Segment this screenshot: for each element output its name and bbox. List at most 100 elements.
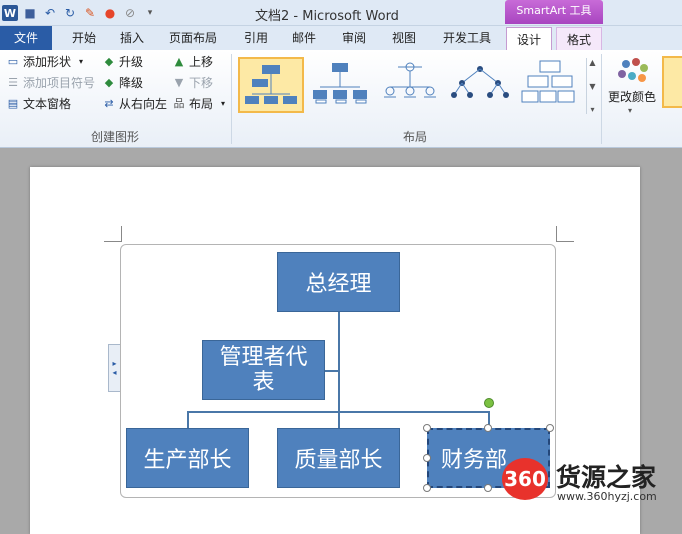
resize-handle[interactable] (484, 484, 492, 492)
title-bar: W ■ ↶ ↻ ✎ ● ⊘ ▾ 文档2 - Microsoft Word Sma… (0, 0, 682, 26)
layout-gallery (236, 54, 598, 122)
text-pane-label: 文本窗格 (23, 97, 72, 111)
color-icon[interactable]: ● (102, 5, 118, 21)
add-shape-button[interactable]: ▭ 添加形状 ▾ (6, 52, 88, 72)
tab-format[interactable]: 格式 (556, 27, 602, 51)
resize-handle[interactable] (423, 484, 431, 492)
connector-line (338, 312, 340, 412)
demote-button[interactable]: ◆ 降级 (102, 73, 143, 93)
arrow-right-icon: ▸ (112, 359, 117, 368)
resize-handle[interactable] (423, 454, 431, 462)
scroll-down-icon[interactable]: ▼ (589, 82, 595, 91)
layout-circle-picture-thumb[interactable] (378, 57, 444, 113)
connector-line (324, 370, 339, 372)
add-shape-label: 添加形状 (23, 55, 72, 69)
arrow-left-icon: ◆ (104, 55, 114, 68)
watermark-url: www.360hyzj.com (557, 490, 657, 503)
group-separator (601, 54, 602, 144)
arrow-right-icon: ◆ (104, 76, 114, 89)
add-bullet-label: 添加项目符号 (23, 76, 96, 90)
ribbon: ▭ 添加形状 ▾ ☰ 添加项目符号 ▤ 文本窗格 ◆ 升级 ◆ 降级 ⇄ 从右向… (0, 50, 682, 148)
word-logo-icon[interactable]: W (2, 5, 18, 21)
text-pane-icon: ▤ (7, 97, 19, 110)
crop-mark (556, 241, 574, 242)
smartart-style-thumb[interactable] (662, 56, 682, 108)
create-graphic-group-label: 创建图形 (90, 130, 139, 144)
add-shape-icon: ▭ (7, 55, 19, 68)
node-general-manager[interactable]: 总经理 (277, 252, 400, 312)
crop-mark (121, 226, 122, 242)
circle-hierarchy-layout-icon (384, 62, 436, 98)
redo-icon[interactable]: ↻ (62, 5, 78, 21)
crop-mark (556, 226, 557, 242)
ribbon-tabs: 文件 开始 插入 页面布局 引用 邮件 审阅 视图 开发工具 设计 格式 (0, 26, 682, 51)
move-up-button[interactable]: ▲ 上移 (172, 52, 213, 72)
layouts-group-label: 布局 (402, 130, 427, 144)
bullet-list-icon: ☰ (8, 76, 18, 89)
connector-line (338, 411, 340, 429)
node-management-rep[interactable]: 管理者代表 (202, 340, 325, 400)
dot-hierarchy-layout-icon (451, 66, 509, 98)
change-colors-label: 更改颜色 (608, 90, 657, 104)
customize-icon[interactable]: ▾ (142, 5, 158, 21)
watermark-logo: 360 (502, 458, 548, 500)
chevron-down-icon: ▾ (79, 57, 84, 66)
chevron-down-icon: ▾ (221, 99, 226, 108)
org-chart-layout-icon (245, 65, 297, 104)
move-up-label: 上移 (189, 55, 214, 69)
promote-button[interactable]: ◆ 升级 (102, 52, 143, 72)
tab-file[interactable]: 文件 (0, 26, 52, 50)
node-quality-manager[interactable]: 质量部长 (277, 428, 400, 488)
tab-developer[interactable]: 开发工具 (436, 26, 498, 50)
rotate-handle[interactable] (484, 398, 494, 408)
tab-page-layout[interactable]: 页面布局 (164, 26, 222, 50)
layout-org-chart-thumb[interactable] (238, 57, 304, 113)
tab-view[interactable]: 视图 (384, 26, 424, 50)
scroll-up-icon[interactable]: ▲ (589, 58, 595, 67)
chevron-down-icon[interactable]: ▾ (628, 106, 632, 115)
right-to-left-label: 从右向左 (119, 97, 168, 111)
promote-label: 升级 (119, 55, 144, 69)
add-bullet-button[interactable]: ☰ 添加项目符号 (6, 73, 95, 93)
tab-insert[interactable]: 插入 (112, 26, 152, 50)
tab-mailings[interactable]: 邮件 (284, 26, 324, 50)
gallery-more-icon[interactable]: ▾ (590, 105, 594, 114)
text-pane-button[interactable]: ▤ 文本窗格 (6, 94, 71, 114)
layout-labeled-hierarchy-thumb[interactable] (448, 57, 514, 113)
layout-label: 布局 (189, 97, 214, 111)
tab-home[interactable]: 开始 (64, 26, 104, 50)
crop-mark (104, 241, 122, 242)
text-pane-toggle[interactable]: ▸ ◂ (108, 344, 120, 392)
arrow-left-icon: ◂ (112, 368, 117, 377)
gallery-scrollbar[interactable]: ▲ ▼ ▾ (586, 58, 598, 114)
resize-handle[interactable] (484, 424, 492, 432)
resize-handle[interactable] (423, 424, 431, 432)
window-title: 文档2 - Microsoft Word (255, 9, 399, 24)
node-production-manager[interactable]: 生产部长 (126, 428, 249, 488)
connector-line (187, 411, 189, 429)
smartart-tools-label: SmartArt 工具 (505, 0, 603, 24)
save-icon[interactable]: ■ (22, 5, 38, 21)
tab-review[interactable]: 审阅 (334, 26, 374, 50)
move-down-label: 下移 (189, 76, 214, 90)
name-title-chart-layout-icon (313, 63, 367, 104)
watermark-name: 货源之家 (556, 463, 657, 492)
group-separator (231, 54, 232, 144)
swap-icon: ⇄ (104, 97, 114, 110)
layout-name-title-thumb[interactable] (308, 57, 374, 113)
layout-button[interactable]: 品 布局 ▾ (172, 94, 230, 114)
strikethrough-icon[interactable]: ⊘ (122, 5, 138, 21)
undo-icon[interactable]: ↶ (42, 5, 58, 21)
resize-handle[interactable] (546, 424, 554, 432)
demote-label: 降级 (119, 76, 144, 90)
tab-design[interactable]: 设计 (506, 27, 552, 51)
brush-icon[interactable]: ✎ (82, 5, 98, 21)
org-chart-icon: 品 (173, 97, 185, 110)
right-to-left-button[interactable]: ⇄ 从右向左 (102, 94, 167, 114)
arrow-up-icon: ▲ (174, 55, 184, 68)
palette-icon (618, 58, 648, 82)
move-down-button[interactable]: ▼ 下移 (172, 73, 213, 93)
tab-references[interactable]: 引用 (236, 26, 276, 50)
layout-table-hierarchy-thumb[interactable] (518, 57, 584, 113)
quick-access-toolbar: W ■ ↶ ↻ ✎ ● ⊘ ▾ (2, 3, 158, 23)
